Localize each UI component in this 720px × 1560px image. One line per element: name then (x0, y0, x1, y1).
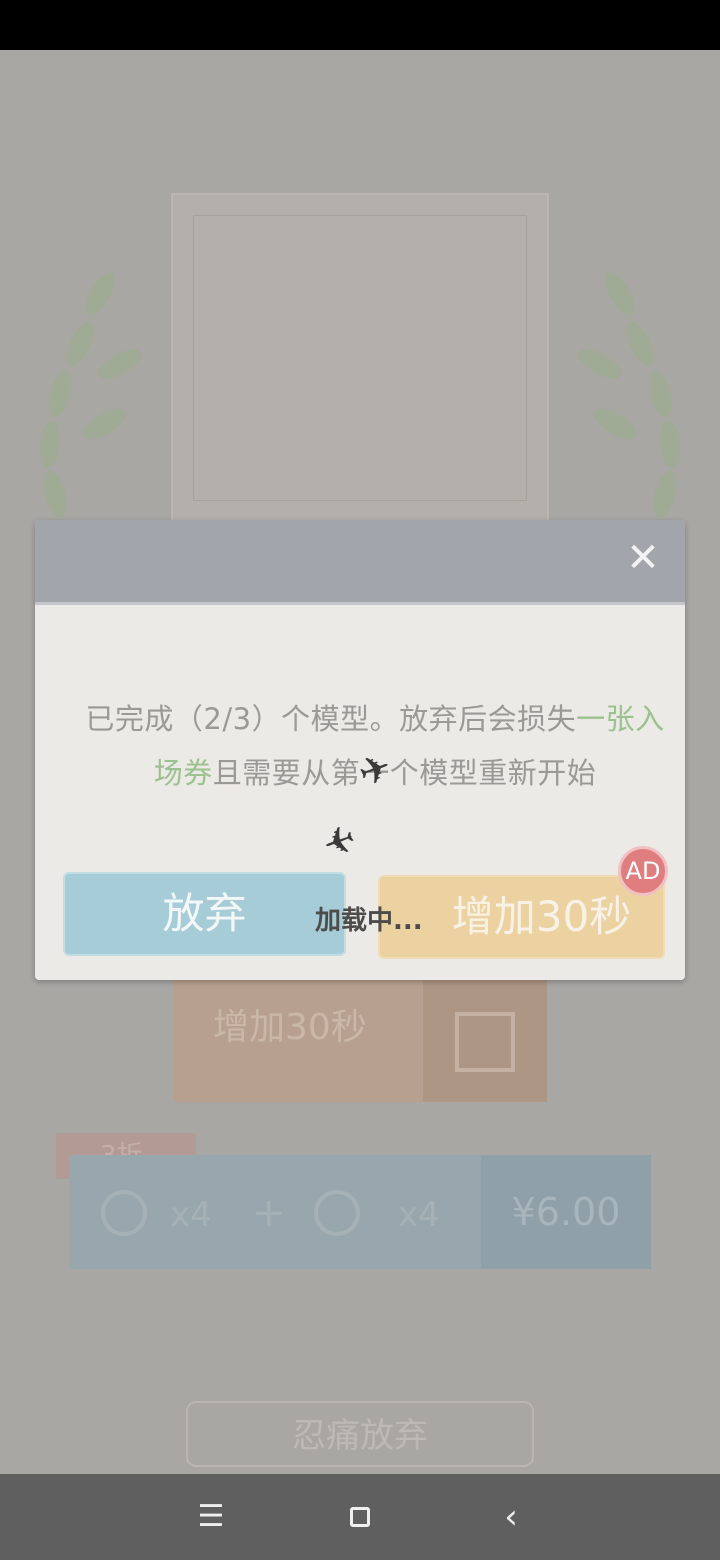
giveup-button[interactable]: 放弃 (63, 872, 346, 956)
lightbulb-icon (101, 1190, 147, 1236)
back-icon[interactable]: ‹ (486, 1494, 536, 1540)
stopwatch-icon (314, 1190, 360, 1236)
background-add-time-button: 增加30秒 (173, 980, 547, 1102)
laurel-right-icon (574, 260, 700, 550)
background-video-area (423, 980, 547, 1102)
close-icon[interactable]: ✕ (619, 534, 667, 582)
airplane-icon: ✈ (316, 813, 362, 867)
model-preview-inner (193, 215, 527, 501)
laurel-left-icon (20, 260, 146, 550)
background-add-time-label: 增加30秒 (213, 1007, 367, 1048)
loading-text: 加载中... (315, 906, 423, 936)
message-part1: 已完成（2/3）个模型。放弃后会损失 (85, 702, 577, 736)
menu-icon[interactable]: ☰ (186, 1494, 236, 1540)
background-bundle: ¥6.00 (69, 1155, 651, 1269)
status-bar (0, 0, 720, 50)
background-giveup-button: 忍痛放弃 (186, 1401, 534, 1467)
bundle-price: ¥6.00 (481, 1155, 651, 1269)
time-quantity: x4 (398, 1195, 440, 1235)
plus-icon: + (252, 1190, 286, 1236)
quit-dialog: ✕ 已完成（2/3）个模型。放弃后会损失一张入场券且需要从第一个模型重新开始 ✈… (35, 520, 685, 980)
ad-badge: AD (618, 846, 668, 896)
home-icon[interactable] (335, 1494, 385, 1540)
model-preview-frame (171, 193, 549, 523)
play-icon (455, 1012, 515, 1072)
message-part2: 且需要从第一个模型重新开始 (212, 756, 597, 790)
navigation-bar: ☰ ‹ (0, 1474, 720, 1560)
hint-quantity: x4 (170, 1195, 212, 1235)
dialog-header: ✕ (35, 520, 685, 605)
